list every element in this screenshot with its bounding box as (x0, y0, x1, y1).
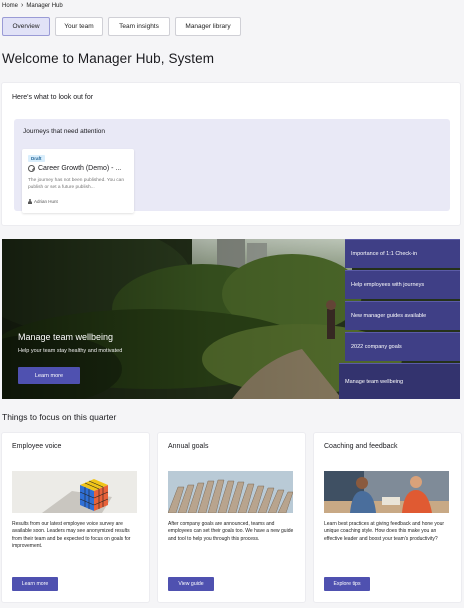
tab-team-insights[interactable]: Team insights (108, 17, 170, 36)
journeys-panel: Journeys that need attention Draft Caree… (14, 119, 450, 213)
hero-banner: Manage team wellbeing Help your team sta… (2, 239, 460, 399)
focus-card-text: Results from our latest employee voice s… (12, 521, 131, 549)
journey-author: Adrian Hunt (28, 199, 58, 204)
breadcrumb: Home › Manager Hub (2, 2, 63, 9)
focus-card-coaching: Coaching and feedback Learn best practic… (314, 433, 461, 602)
tab-manager-library[interactable]: Manager library (175, 17, 241, 36)
journeys-title: Journeys that need attention (23, 128, 106, 135)
tab-overview[interactable]: Overview (2, 17, 50, 36)
hero-menu-item-guides[interactable]: New manager guides available (345, 301, 460, 330)
focus-section-title: Things to focus on this quarter (2, 412, 117, 422)
hero-subtitle: Help your team stay healthy and motivate… (18, 348, 123, 354)
focus-card-title: Annual goals (168, 443, 209, 450)
hero-menu-item-journeys[interactable]: Help employees with journeys (345, 270, 460, 299)
tab-your-team[interactable]: Your team (55, 17, 103, 36)
look-out-card: Here's what to look out for Journeys tha… (2, 83, 460, 225)
tab-bar: Overview Your team Team insights Manager… (2, 17, 241, 36)
breadcrumb-home[interactable]: Home (2, 3, 18, 9)
journey-author-name: Adrian Hunt (34, 199, 58, 204)
people-meeting-image (324, 471, 449, 513)
hero-menu: Importance of 1:1 Check-in Help employee… (339, 239, 460, 399)
hero-menu-item-checkin[interactable]: Importance of 1:1 Check-in (345, 239, 460, 268)
focus-card-title: Coaching and feedback (324, 443, 398, 450)
rubiks-cube-image (12, 471, 137, 513)
hero-learn-more-button[interactable]: Learn more (18, 367, 80, 384)
hero-menu-item-goals[interactable]: 2022 company goals (345, 332, 460, 361)
draft-badge: Draft (28, 155, 45, 162)
journey-heading: Career Growth (Demo) - ... (28, 165, 121, 172)
journey-card[interactable]: Draft Career Growth (Demo) - ... The jou… (22, 149, 134, 213)
focus-view-guide-button[interactable]: View guide (168, 577, 214, 591)
focus-card-employee-voice: Employee voice Results from our latest e… (2, 433, 149, 602)
focus-card-title: Employee voice (12, 443, 62, 450)
breadcrumb-current: Manager Hub (26, 2, 63, 9)
focus-card-text: After company goals are announced, teams… (168, 521, 294, 542)
hero-title: Manage team wellbeing (18, 332, 114, 342)
focus-card-annual-goals: Annual goals After company goals are ann… (158, 433, 305, 602)
focus-explore-tips-button[interactable]: Explore tips (324, 577, 370, 591)
building-facade-image (168, 471, 293, 513)
look-out-title: Here's what to look out for (12, 94, 94, 101)
focus-card-text: Learn best practices at giving feedback … (324, 521, 445, 542)
chevron-right-icon: › (21, 2, 24, 9)
journey-name: Career Growth (Demo) - ... (38, 165, 122, 172)
focus-learn-more-button[interactable]: Learn more (12, 577, 58, 591)
page-title: Welcome to Manager Hub, System (2, 51, 215, 66)
hero-menu-item-wellbeing[interactable]: Manage team wellbeing (339, 363, 460, 399)
journey-icon (28, 165, 35, 172)
person-icon (28, 199, 32, 204)
journey-description: The journey has not been published. You … (28, 178, 125, 190)
